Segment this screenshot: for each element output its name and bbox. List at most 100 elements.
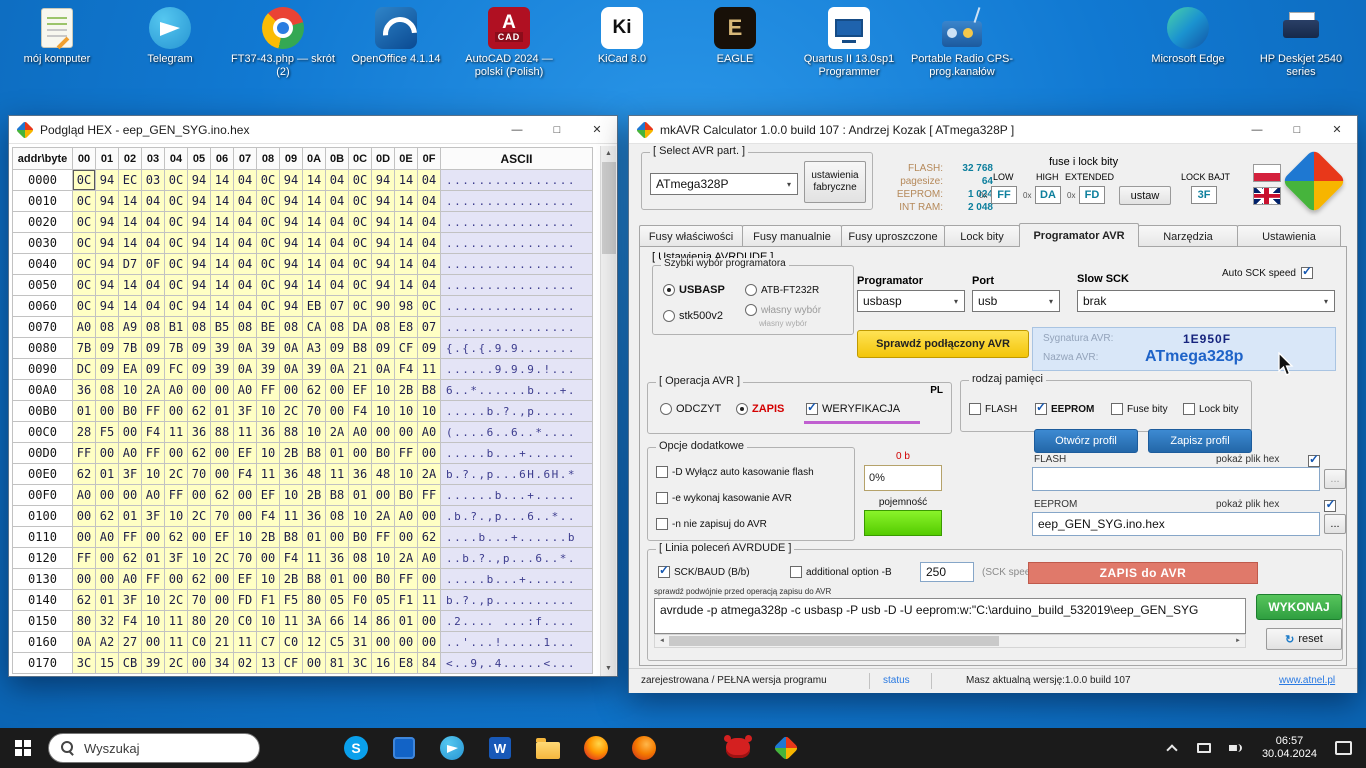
hex-byte-cell[interactable]: FF <box>395 443 418 464</box>
hex-byte-cell[interactable]: 0C <box>349 212 372 233</box>
hex-byte-cell[interactable]: 27 <box>119 632 142 653</box>
hex-byte-cell[interactable]: 00 <box>188 653 211 674</box>
usbasp-radio[interactable] <box>663 284 675 296</box>
fuse-set-button[interactable]: ustaw <box>1119 186 1171 205</box>
eeprom-show-hex-checkbox[interactable] <box>1324 500 1336 512</box>
hex-byte-cell[interactable]: 11 <box>165 611 188 632</box>
hex-byte-cell[interactable]: 62 <box>211 485 234 506</box>
hex-byte-cell[interactable]: 32 <box>96 611 119 632</box>
hex-byte-cell[interactable]: 00 <box>165 569 188 590</box>
lock-mem-option[interactable]: Lock bity <box>1183 403 1238 415</box>
lock-mem-checkbox[interactable] <box>1183 403 1195 415</box>
auto-sck-option[interactable]: Auto SCK speed <box>1222 267 1313 279</box>
hex-byte-cell[interactable]: EB <box>303 296 326 317</box>
usbasp-option[interactable]: USBASP <box>663 284 725 296</box>
hex-byte-cell[interactable]: DC <box>73 359 96 380</box>
hex-byte-cell[interactable]: 3F <box>234 401 257 422</box>
hex-byte-cell[interactable]: 08 <box>326 506 349 527</box>
hex-byte-cell[interactable]: FF <box>257 380 280 401</box>
hex-byte-cell[interactable]: 10 <box>257 611 280 632</box>
hex-byte-cell[interactable]: 00 <box>234 485 257 506</box>
hex-byte-cell[interactable]: 14 <box>211 275 234 296</box>
hex-byte-cell[interactable]: 10 <box>119 380 142 401</box>
hex-byte-cell[interactable]: 14 <box>211 233 234 254</box>
hex-byte-cell[interactable]: 11 <box>418 359 441 380</box>
hex-byte-cell[interactable]: 36 <box>257 422 280 443</box>
hex-byte-cell[interactable]: F1 <box>257 590 280 611</box>
hex-byte-cell[interactable]: 39 <box>142 653 165 674</box>
hex-byte-cell[interactable]: 14 <box>395 191 418 212</box>
hex-byte-cell[interactable]: 14 <box>211 191 234 212</box>
hex-byte-cell[interactable]: 01 <box>96 590 119 611</box>
desktop-icon-openoffice[interactable]: OpenOffice 4.1.14 <box>342 6 450 66</box>
hex-byte-cell[interactable]: 08 <box>326 317 349 338</box>
hex-byte-cell[interactable]: 48 <box>303 464 326 485</box>
uk-flag-icon[interactable] <box>1253 187 1281 205</box>
hex-byte-cell[interactable]: 09 <box>372 338 395 359</box>
hex-byte-cell[interactable]: 94 <box>188 191 211 212</box>
tab-lock-bity[interactable]: Lock bity <box>944 225 1020 247</box>
maximize-button[interactable]: □ <box>537 116 577 143</box>
hex-byte-cell[interactable]: 3C <box>349 653 372 674</box>
no-write-checkbox[interactable] <box>656 518 668 530</box>
hex-byte-cell[interactable]: 11 <box>326 464 349 485</box>
hex-byte-cell[interactable]: 36 <box>73 380 96 401</box>
hex-byte-cell[interactable]: 20 <box>211 611 234 632</box>
hex-byte-cell[interactable]: 39 <box>211 359 234 380</box>
hex-byte-cell[interactable]: 0A <box>73 632 96 653</box>
hex-byte-cell[interactable]: F4 <box>257 506 280 527</box>
hex-byte-cell[interactable]: 09 <box>96 359 119 380</box>
hex-byte-cell[interactable]: A0 <box>73 317 96 338</box>
taskbar-app-blue[interactable] <box>380 737 428 759</box>
hex-byte-cell[interactable]: 2A <box>142 380 165 401</box>
hex-byte-cell[interactable]: 00 <box>326 380 349 401</box>
hex-byte-cell[interactable]: 94 <box>372 212 395 233</box>
write-radio[interactable] <box>736 403 748 415</box>
hex-byte-cell[interactable]: 10 <box>395 401 418 422</box>
hex-byte-cell[interactable]: 10 <box>257 401 280 422</box>
hex-byte-cell[interactable]: 10 <box>349 506 372 527</box>
hex-byte-cell[interactable]: B0 <box>395 485 418 506</box>
no-write-option[interactable]: -n nie zapisuj do AVR <box>656 518 767 530</box>
hex-byte-cell[interactable]: B8 <box>349 338 372 359</box>
hex-byte-cell[interactable]: 00 <box>119 485 142 506</box>
hex-byte-cell[interactable]: 0C <box>257 254 280 275</box>
flash-show-hex-checkbox[interactable] <box>1308 455 1320 467</box>
save-profile-button[interactable]: Zapisz profil <box>1148 429 1252 453</box>
eeprom-file-field[interactable]: eep_GEN_SYG.ino.hex <box>1032 512 1320 536</box>
hex-byte-cell[interactable]: F5 <box>280 590 303 611</box>
hex-byte-cell[interactable]: 3F <box>142 506 165 527</box>
hex-byte-cell[interactable]: FF <box>395 569 418 590</box>
hex-byte-cell[interactable]: 04 <box>142 212 165 233</box>
hex-byte-cell[interactable]: 00 <box>142 527 165 548</box>
hex-byte-cell[interactable]: 0C <box>165 254 188 275</box>
hex-byte-cell[interactable]: 94 <box>372 233 395 254</box>
close-icon[interactable]: ✕ <box>1317 116 1357 143</box>
scroll-right-icon[interactable]: ► <box>1231 635 1245 647</box>
hex-byte-cell[interactable]: A0 <box>418 548 441 569</box>
hex-byte-cell[interactable]: 10 <box>257 569 280 590</box>
taskbar-clock[interactable]: 06:57 30.04.2024 <box>1262 735 1317 761</box>
hex-byte-cell[interactable]: 04 <box>234 233 257 254</box>
hidden-icons-chevron[interactable] <box>1166 744 1177 755</box>
hex-byte-cell[interactable]: F0 <box>349 590 372 611</box>
hex-byte-cell[interactable]: 88 <box>211 422 234 443</box>
hex-byte-cell[interactable]: FF <box>142 401 165 422</box>
hex-byte-cell[interactable]: 10 <box>165 506 188 527</box>
tab-fusy-manualnie[interactable]: Fusy manualnie <box>742 225 842 247</box>
hex-byte-cell[interactable]: F4 <box>234 464 257 485</box>
hex-byte-cell[interactable]: 14 <box>303 212 326 233</box>
hex-byte-cell[interactable]: 11 <box>165 632 188 653</box>
desktop-icon-telegram[interactable]: Telegram <box>116 6 224 66</box>
lock-byte-value[interactable]: 3F <box>1191 186 1217 204</box>
flash-browse-button[interactable]: ... <box>1324 469 1346 489</box>
tab-narzedzia[interactable]: Narzędzia <box>1138 225 1238 247</box>
hex-byte-cell[interactable]: 0A <box>372 359 395 380</box>
hex-byte-cell[interactable]: 98 <box>395 296 418 317</box>
hex-byte-cell[interactable]: B8 <box>303 569 326 590</box>
hex-byte-cell[interactable]: 04 <box>418 275 441 296</box>
hex-byte-cell[interactable]: 0F <box>142 254 165 275</box>
write-to-avr-button[interactable]: ZAPIS do AVR <box>1028 562 1258 584</box>
hex-byte-cell[interactable]: 00 <box>303 653 326 674</box>
hex-byte-cell[interactable]: 04 <box>234 296 257 317</box>
